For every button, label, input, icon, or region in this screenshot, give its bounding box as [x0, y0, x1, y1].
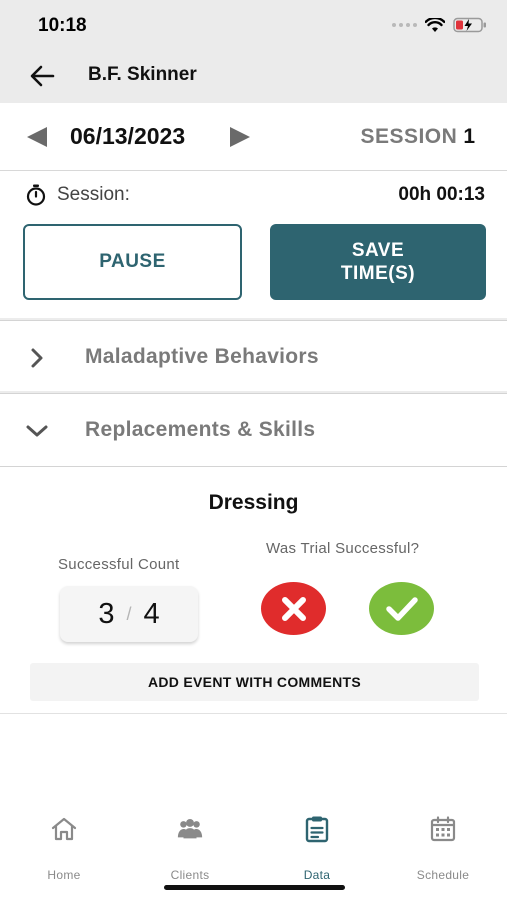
arrow-left-icon — [30, 65, 55, 87]
tab-home[interactable]: Home — [14, 815, 114, 882]
tab-label: Clients — [170, 868, 210, 882]
home-indicator[interactable] — [164, 885, 345, 890]
timer-label: Session: — [57, 184, 130, 205]
clipboard-icon — [303, 815, 331, 843]
calendar-icon — [429, 815, 457, 843]
stopwatch-icon — [26, 184, 46, 206]
pause-button[interactable]: PAUSE — [23, 224, 242, 300]
chevron-right-icon — [22, 343, 52, 373]
status-icons — [392, 17, 487, 33]
tab-label: Home — [47, 868, 81, 882]
status-bar: 10:18 — [0, 0, 507, 50]
session-timer: Session: 00h 00:13 — [0, 172, 507, 218]
tab-data[interactable]: Data — [267, 815, 367, 882]
battery-low-charging-icon — [453, 17, 486, 33]
status-time: 10:18 — [38, 15, 87, 36]
session-date: 06/13/2023 — [70, 123, 186, 149]
app-header: B.F. Skinner — [0, 50, 507, 103]
trial-question-label: Was Trial Successful? — [266, 540, 420, 557]
section-replacements-skills[interactable]: Replacements & Skills — [0, 393, 507, 465]
total-count-value: 4 — [143, 597, 160, 630]
previous-date-button[interactable] — [27, 127, 47, 147]
save-times-label: SAVE TIME(S) — [340, 240, 416, 284]
cellular-signal-icon — [392, 23, 417, 27]
clients-icon — [176, 815, 204, 843]
count-separator: / — [126, 603, 132, 624]
client-name-title: B.F. Skinner — [88, 64, 197, 85]
successful-count-display: 3 / 4 — [60, 586, 198, 642]
trial-successful-button[interactable] — [369, 582, 434, 635]
session-navigator: 06/13/2023 SESSION 1 — [0, 103, 507, 171]
section-label: Replacements & Skills — [85, 418, 316, 441]
wifi-icon — [425, 17, 445, 32]
successful-count-label: Successful Count — [58, 556, 180, 573]
home-icon — [50, 815, 78, 843]
tab-clients[interactable]: Clients — [140, 815, 240, 882]
back-button[interactable] — [26, 60, 58, 92]
skill-card: Dressing Successful Count 3 / 4 Was Tria… — [0, 466, 507, 714]
add-event-with-comments-button[interactable]: ADD EVENT WITH COMMENTS — [30, 663, 479, 701]
session-indicator: SESSION 1 — [360, 125, 475, 149]
x-icon — [281, 596, 306, 621]
checkmark-icon — [385, 596, 418, 621]
successful-count-value: 3 — [98, 597, 115, 630]
chevron-down-icon — [22, 416, 52, 446]
next-date-button[interactable] — [230, 127, 250, 147]
trial-unsuccessful-button[interactable] — [261, 582, 326, 635]
tab-schedule[interactable]: Schedule — [393, 815, 493, 882]
session-label: SESSION — [360, 125, 458, 148]
timer-value: 00h 00:13 — [398, 184, 485, 205]
skill-title: Dressing — [208, 491, 299, 514]
save-times-button[interactable]: SAVE TIME(S) — [270, 224, 486, 300]
session-number: 1 — [463, 125, 475, 148]
section-maladaptive-behaviors[interactable]: Maladaptive Behaviors — [0, 320, 507, 392]
section-label: Maladaptive Behaviors — [85, 345, 319, 368]
tab-label: Schedule — [416, 868, 470, 882]
tab-label: Data — [303, 868, 331, 882]
